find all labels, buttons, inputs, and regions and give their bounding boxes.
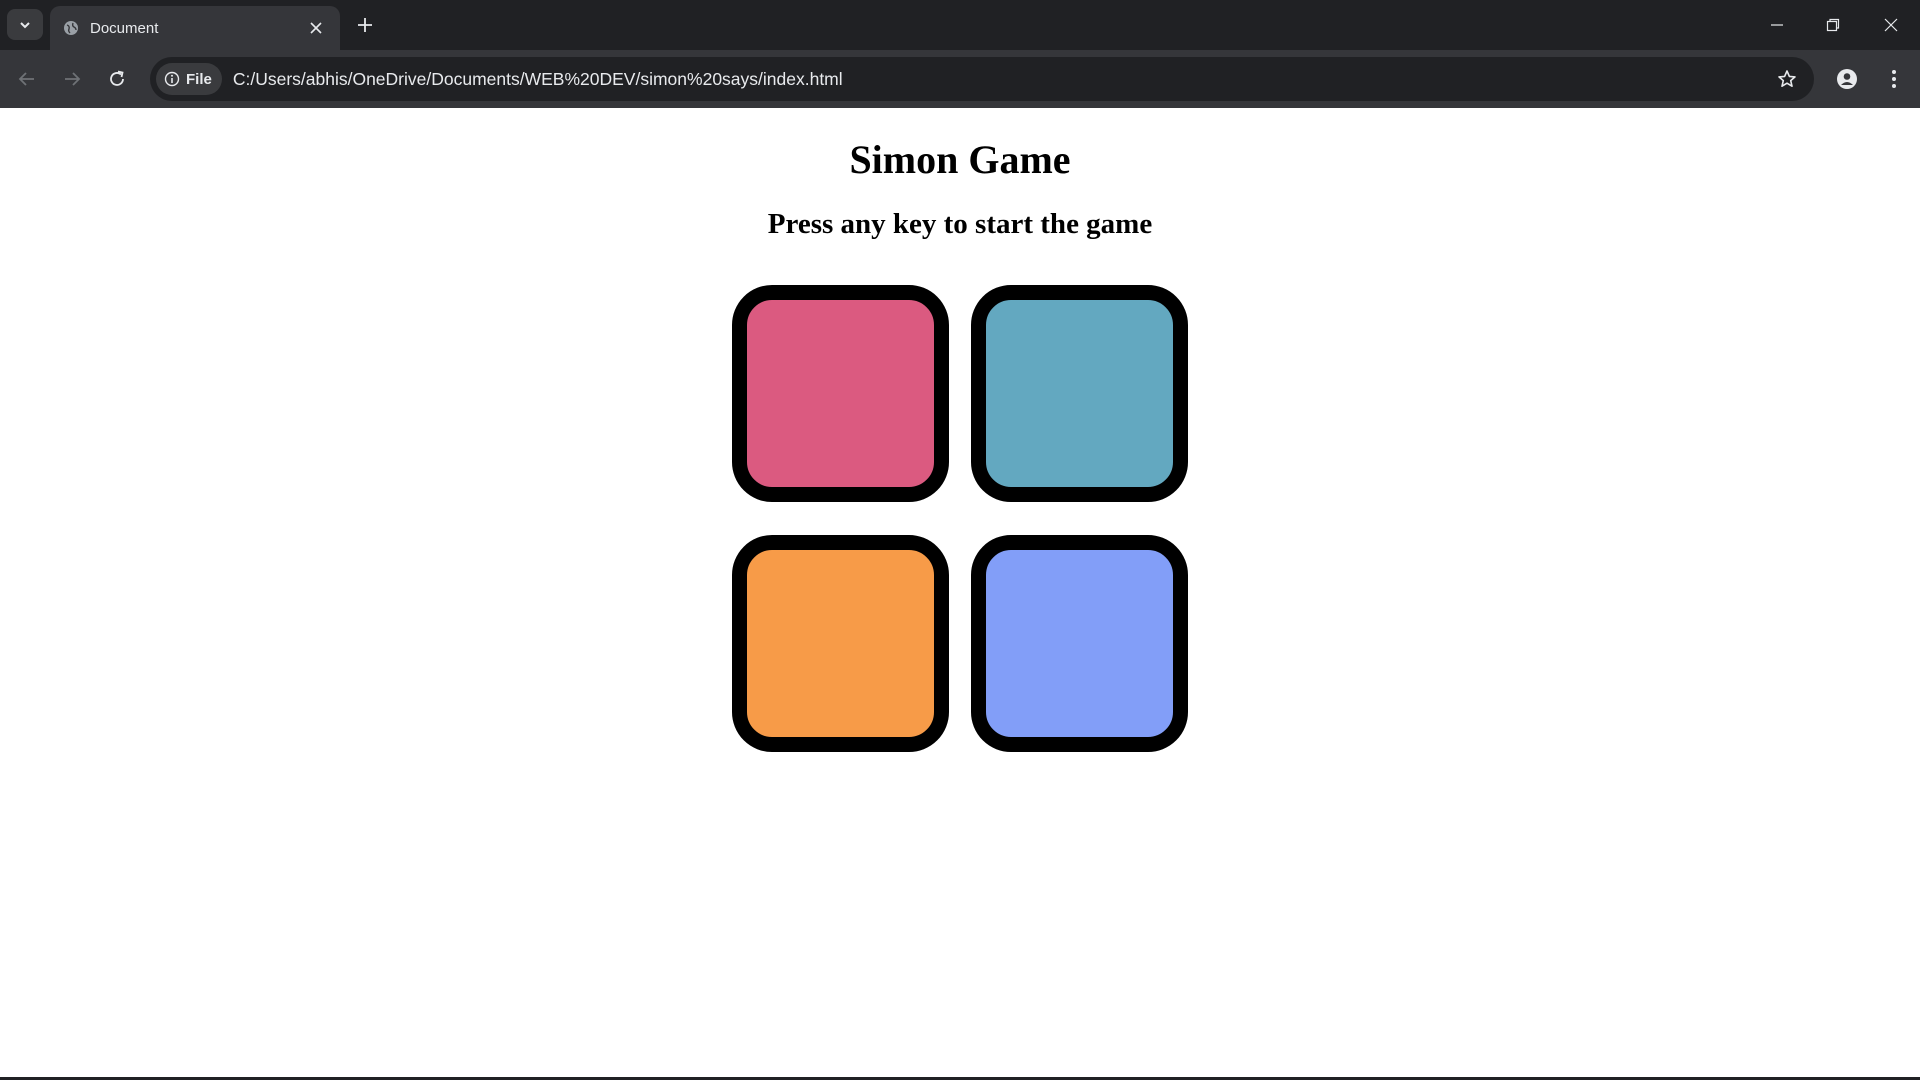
browser-menu-button[interactable] [1879, 64, 1909, 94]
simon-button-green[interactable] [971, 285, 1188, 502]
close-icon [1884, 18, 1898, 32]
page-content: Simon Game Press any key to start the ga… [0, 108, 1920, 1077]
reload-button[interactable] [102, 64, 132, 94]
globe-icon [62, 19, 80, 37]
reload-icon [110, 70, 124, 86]
active-tab[interactable]: Document [50, 6, 340, 50]
star-icon [1778, 70, 1796, 87]
new-tab-button[interactable] [353, 13, 377, 37]
tab-close-button[interactable] [304, 16, 328, 40]
minimize-button[interactable] [1762, 10, 1792, 40]
back-button[interactable] [12, 64, 42, 94]
info-icon [164, 71, 180, 87]
url-text[interactable]: C:/Users/abhis/OneDrive/Documents/WEB%20… [233, 69, 1772, 90]
arrow-left-icon [18, 72, 34, 86]
site-info-button[interactable]: File [156, 63, 222, 95]
close-window-button[interactable] [1876, 10, 1906, 40]
browser-toolbar: File C:/Users/abhis/OneDrive/Documents/W… [0, 50, 1920, 108]
restore-button[interactable] [1818, 10, 1848, 40]
instruction-text: Press any key to start the game [767, 208, 1153, 240]
tab-title: Document [90, 19, 159, 37]
tab-strip: Document [0, 0, 1920, 50]
simon-button-red[interactable] [732, 285, 949, 502]
more-vertical-icon [1892, 70, 1896, 88]
minimize-icon [1771, 24, 1783, 26]
close-icon [310, 22, 322, 34]
arrow-right-icon [65, 72, 81, 86]
plus-icon [358, 18, 372, 32]
forward-button[interactable] [57, 64, 87, 94]
simon-button-yellow[interactable] [732, 535, 949, 752]
simon-button-blue[interactable] [971, 535, 1188, 752]
level-title: Simon Game [849, 137, 1071, 182]
chevron-down-icon [20, 21, 30, 28]
person-icon [1837, 69, 1857, 89]
bookmark-button[interactable] [1772, 64, 1802, 94]
address-bar[interactable]: File C:/Users/abhis/OneDrive/Documents/W… [150, 57, 1814, 101]
profile-button[interactable] [1832, 64, 1862, 94]
tab-search-button[interactable] [7, 9, 43, 40]
restore-icon [1826, 18, 1840, 32]
site-info-label: File [186, 70, 212, 88]
